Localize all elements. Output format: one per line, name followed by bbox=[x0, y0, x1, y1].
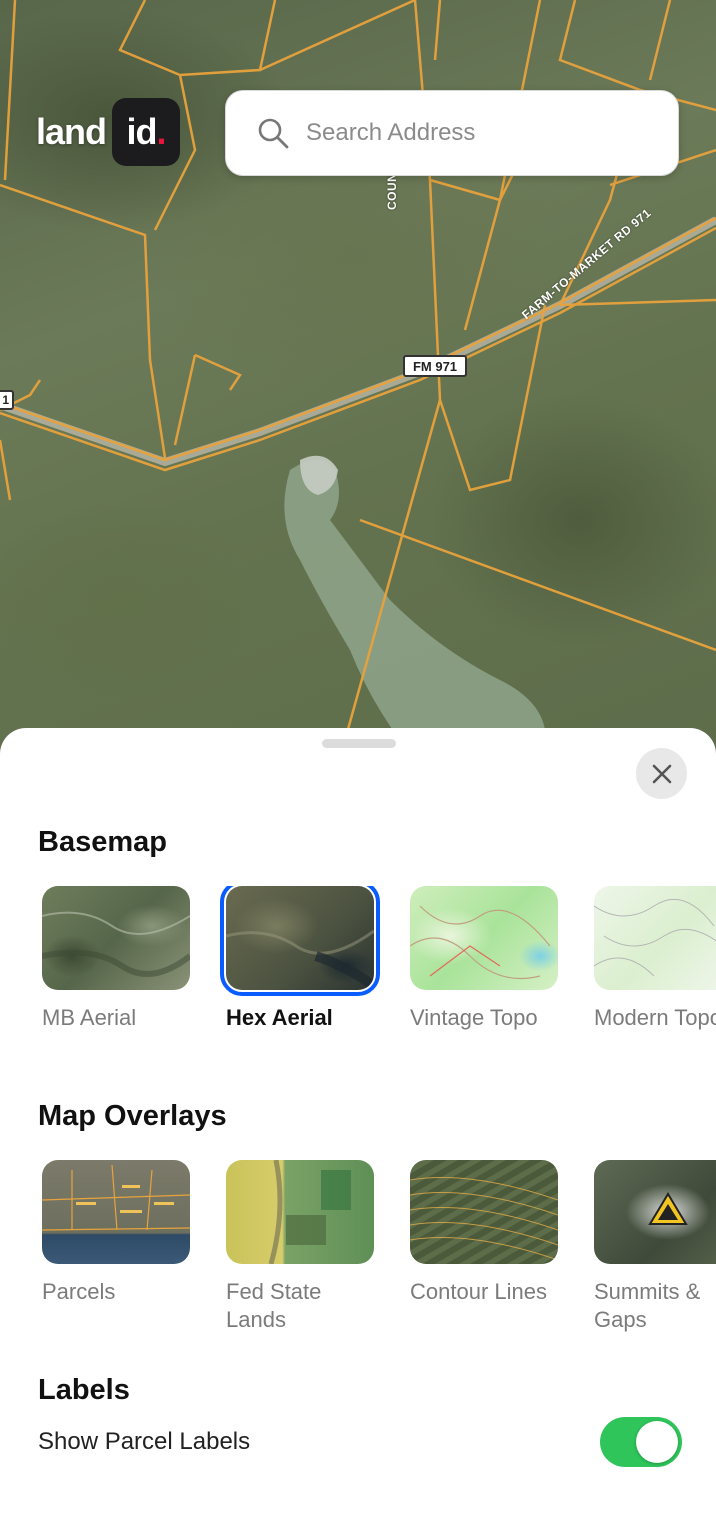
close-icon bbox=[652, 764, 671, 783]
overlay-option-contour-lines[interactable]: Contour Lines bbox=[410, 1160, 558, 1306]
parcels-thumbnail-art bbox=[42, 1164, 190, 1231]
road-shield-partial: 1 bbox=[0, 390, 14, 410]
overlay-option-summits-gaps[interactable]: Summits & Gaps bbox=[594, 1160, 716, 1334]
sheet-grabber[interactable] bbox=[322, 739, 396, 748]
basemap-thumbnail bbox=[42, 886, 190, 990]
basemap-label: Vintage Topo bbox=[410, 1005, 538, 1030]
aerial-thumbnail-art bbox=[42, 911, 190, 977]
logo-mark-text: id bbox=[126, 111, 158, 152]
basemap-title: Basemap bbox=[38, 826, 167, 858]
search-input[interactable] bbox=[306, 119, 666, 147]
basemap-label: MB Aerial bbox=[42, 1005, 137, 1030]
logo-word: land bbox=[36, 111, 107, 152]
basemap-thumbnail-selected bbox=[220, 886, 380, 996]
basemap-label: Hex Aerial bbox=[226, 1005, 333, 1030]
summit-icon bbox=[648, 1192, 688, 1225]
basemap-option-mb-aerial[interactable]: MB Aerial bbox=[42, 886, 190, 1032]
overlay-option-parcels[interactable]: Parcels bbox=[42, 1160, 190, 1306]
topo-thumbnail-art bbox=[410, 905, 551, 980]
search-bar[interactable] bbox=[225, 90, 679, 176]
topo-thumbnail-art bbox=[594, 898, 716, 977]
search-icon bbox=[258, 118, 289, 149]
overlay-label: Contour Lines bbox=[410, 1279, 547, 1304]
overlay-label-text: Summits & Gaps bbox=[594, 1279, 701, 1332]
layers-sheet: Basemap MB Aerial Hex Aerial Vintage Top… bbox=[0, 728, 716, 1514]
basemap-list: MB Aerial Hex Aerial Vintage Topo Modern… bbox=[0, 886, 716, 1086]
overlay-label: Parcels bbox=[42, 1279, 116, 1304]
overlays-title: Map Overlays bbox=[38, 1100, 227, 1132]
basemap-option-modern-topo[interactable]: Modern Topo bbox=[594, 886, 716, 1032]
overlay-label: Summits & Gaps bbox=[594, 1278, 716, 1334]
overlay-thumbnail bbox=[42, 1160, 190, 1264]
logo-mark: id. bbox=[112, 98, 181, 166]
basemap-label: Modern Topo bbox=[594, 1005, 716, 1030]
basemap-thumbnail bbox=[594, 886, 716, 990]
road-shield: FM 971 bbox=[403, 355, 467, 377]
aerial-thumbnail-art bbox=[226, 929, 374, 990]
parcel-labels-text: Show Parcel Labels bbox=[38, 1428, 251, 1455]
contour-thumbnail-art bbox=[410, 1177, 558, 1261]
close-button[interactable] bbox=[636, 748, 687, 799]
map-view[interactable]: FM 971 1 COUNTY RD FARM-TO-MARKET RD 971… bbox=[0, 0, 716, 760]
basemap-option-hex-aerial[interactable]: Hex Aerial bbox=[220, 886, 380, 1032]
overlay-label-text: Fed State Lands bbox=[226, 1279, 322, 1332]
overlay-thumbnail bbox=[594, 1160, 716, 1264]
fed-lands-thumbnail-art bbox=[268, 1160, 351, 1264]
parcel-labels-row: Show Parcel Labels bbox=[38, 1416, 682, 1468]
parcel-labels-toggle[interactable] bbox=[600, 1417, 682, 1467]
labels-title: Labels bbox=[38, 1374, 130, 1406]
overlay-option-fed-state-lands[interactable]: Fed State Lands bbox=[226, 1160, 374, 1334]
overlay-thumbnail bbox=[410, 1160, 558, 1264]
overlays-list: Parcels Fed State Lands Contour Lines Su… bbox=[0, 1160, 716, 1360]
toggle-knob bbox=[636, 1421, 678, 1463]
basemap-thumbnail bbox=[410, 886, 558, 990]
overlay-label: Fed State Lands bbox=[226, 1278, 374, 1334]
app-logo[interactable]: land id. bbox=[36, 98, 181, 166]
logo-dot: . bbox=[156, 111, 167, 152]
basemap-option-vintage-topo[interactable]: Vintage Topo bbox=[410, 886, 558, 1032]
overlay-thumbnail bbox=[226, 1160, 374, 1264]
